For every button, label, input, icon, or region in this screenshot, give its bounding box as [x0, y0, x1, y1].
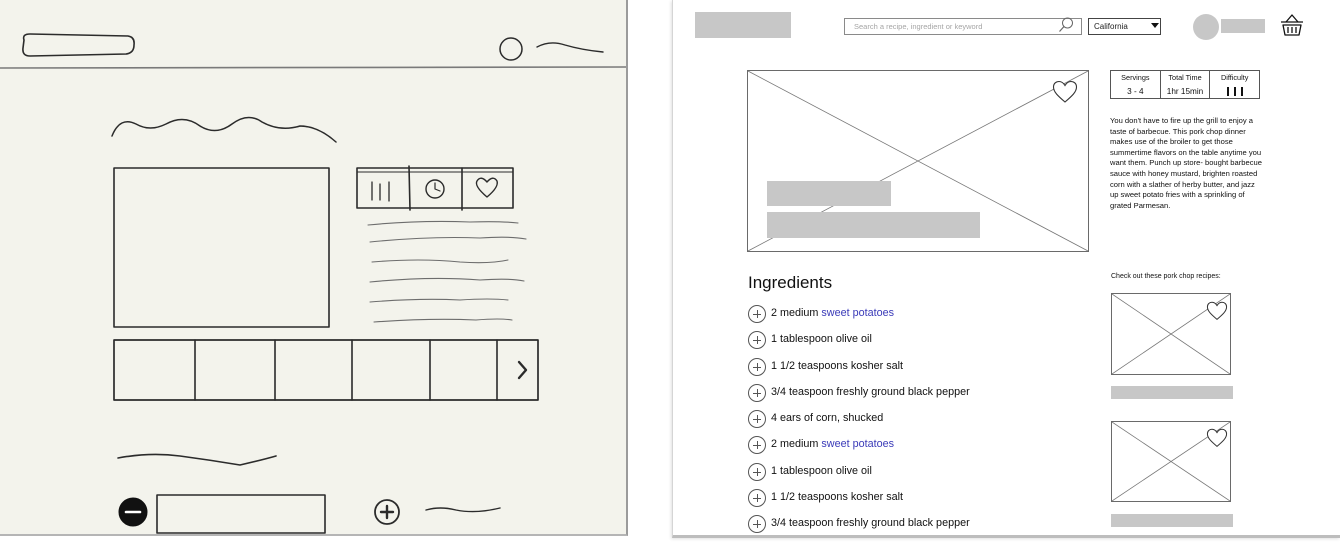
- ingredient-label: 2 medium: [771, 438, 822, 451]
- add-ingredient-plus-icon[interactable]: [748, 515, 766, 534]
- servings-label: Servings: [1121, 73, 1150, 82]
- chevron-down-icon[interactable]: [1151, 23, 1159, 28]
- search-placeholder: Search a recipe, ingredient or keyword: [854, 22, 983, 31]
- list-item: 1 1/2 teaspoons kosher salt: [748, 488, 1088, 514]
- wireframe-panel: Search a recipe, ingredient or keyword C…: [672, 0, 1340, 538]
- recipe-title-placeholder: [767, 181, 891, 206]
- ingredients-list: 2 medium sweet potatoes 1 tablespoon oliv…: [748, 304, 1088, 535]
- recipe-subtitle-placeholder: [767, 212, 980, 238]
- total-time-label: Total Time: [1168, 73, 1202, 82]
- related-recipes-label: Check out these pork chop recipes:: [1111, 273, 1221, 280]
- ingredient-label: 1 1/2 teaspoons kosher salt: [771, 359, 904, 372]
- list-item: 1 tablespoon olive oil: [748, 330, 1088, 356]
- ingredient-text: 2 medium sweet potatoes: [771, 304, 894, 319]
- favorite-heart-icon[interactable]: [1206, 428, 1228, 448]
- list-item: 2 medium sweet potatoes: [748, 304, 1088, 330]
- difficulty-bar: [1233, 87, 1236, 96]
- ingredient-text: 1 1/2 teaspoons kosher salt: [771, 488, 903, 503]
- related-recipe-image[interactable]: [1111, 293, 1231, 375]
- list-item: 2 medium sweet potatoes: [748, 435, 1088, 461]
- favorite-heart-icon[interactable]: [1206, 301, 1228, 321]
- basket-icon[interactable]: [1279, 12, 1305, 38]
- ingredient-label: 1 1/2 teaspoons kosher salt: [771, 491, 904, 504]
- add-ingredient-plus-icon[interactable]: [748, 436, 766, 455]
- difficulty-cell: Difficulty: [1210, 71, 1259, 98]
- avatar[interactable]: [1193, 14, 1219, 40]
- sketch-panel: [0, 0, 628, 536]
- list-item: 1 tablespoon olive oil: [748, 462, 1088, 488]
- recipe-description: You don't have to fire up the grill to e…: [1110, 116, 1262, 210]
- region-selected-value: California: [1094, 22, 1128, 31]
- ingredient-label: 1 tablespoon olive oil: [771, 464, 872, 477]
- favorite-heart-icon[interactable]: [1052, 80, 1078, 104]
- difficulty-bar: [1226, 87, 1229, 96]
- related-recipe-image[interactable]: [1111, 421, 1231, 502]
- related-recipe-title-placeholder[interactable]: [1111, 386, 1233, 399]
- user-name-placeholder[interactable]: [1221, 19, 1265, 33]
- total-time-cell: Total Time 1hr 15min: [1161, 71, 1211, 98]
- logo-placeholder[interactable]: [695, 12, 791, 38]
- ingredient-text: 2 medium sweet potatoes: [771, 435, 894, 450]
- total-time-value: 1hr 15min: [1166, 87, 1204, 96]
- list-item: 1 1/2 teaspoons kosher salt: [748, 357, 1088, 383]
- servings-value: 3 - 4: [1127, 87, 1144, 96]
- ingredient-text: 3/4 teaspoon freshly ground black pepper: [771, 383, 970, 398]
- ingredient-label: 3/4 teaspoon freshly ground black pepper: [771, 517, 970, 530]
- add-ingredient-plus-icon[interactable]: [748, 383, 766, 402]
- ingredient-label: 3/4 teaspoon freshly ground black pepper: [771, 385, 970, 398]
- ingredients-heading: Ingredients: [748, 273, 833, 292]
- ingredient-label: 1 tablespoon olive oil: [771, 333, 872, 346]
- add-ingredient-plus-icon[interactable]: [748, 489, 766, 508]
- difficulty-bars: [1210, 87, 1259, 96]
- ingredient-label: 4 ears of corn, shucked: [771, 412, 884, 425]
- add-ingredient-plus-icon[interactable]: [748, 462, 766, 481]
- ingredient-text: 4 ears of corn, shucked: [771, 409, 883, 424]
- ingredient-link[interactable]: sweet potatoes: [821, 438, 894, 450]
- list-item: 3/4 teaspoon freshly ground black pepper: [748, 383, 1088, 409]
- hero-image: [747, 70, 1089, 252]
- search-input[interactable]: Search a recipe, ingredient or keyword: [844, 18, 1082, 35]
- difficulty-bar: [1240, 87, 1243, 96]
- add-ingredient-plus-icon[interactable]: [748, 305, 766, 323]
- ingredient-text: 3/4 teaspoon freshly ground black pepper: [771, 514, 970, 529]
- list-item: 3/4 teaspoon freshly ground black pepper: [748, 514, 1088, 535]
- sketch-drawing: [0, 33, 626, 534]
- search-icon[interactable]: [1058, 16, 1074, 34]
- add-ingredient-plus-icon[interactable]: [748, 410, 766, 429]
- add-ingredient-plus-icon[interactable]: [748, 357, 766, 376]
- ingredient-text: 1 tablespoon olive oil: [771, 330, 872, 345]
- related-recipe-title-placeholder[interactable]: [1111, 514, 1233, 527]
- ingredient-label: 2 medium: [771, 307, 822, 319]
- difficulty-label: Difficulty: [1220, 73, 1249, 82]
- recipe-info-table: Servings 3 - 4 Total Time 1hr 15min Diff…: [1110, 70, 1260, 99]
- add-ingredient-plus-icon[interactable]: [748, 331, 766, 350]
- ingredient-text: 1 1/2 teaspoons kosher salt: [771, 357, 903, 372]
- ingredient-link[interactable]: sweet potatoes: [821, 307, 894, 319]
- servings-cell: Servings 3 - 4: [1111, 71, 1161, 98]
- ingredient-text: 1 tablespoon olive oil: [771, 462, 872, 477]
- list-item: 4 ears of corn, shucked: [748, 409, 1088, 435]
